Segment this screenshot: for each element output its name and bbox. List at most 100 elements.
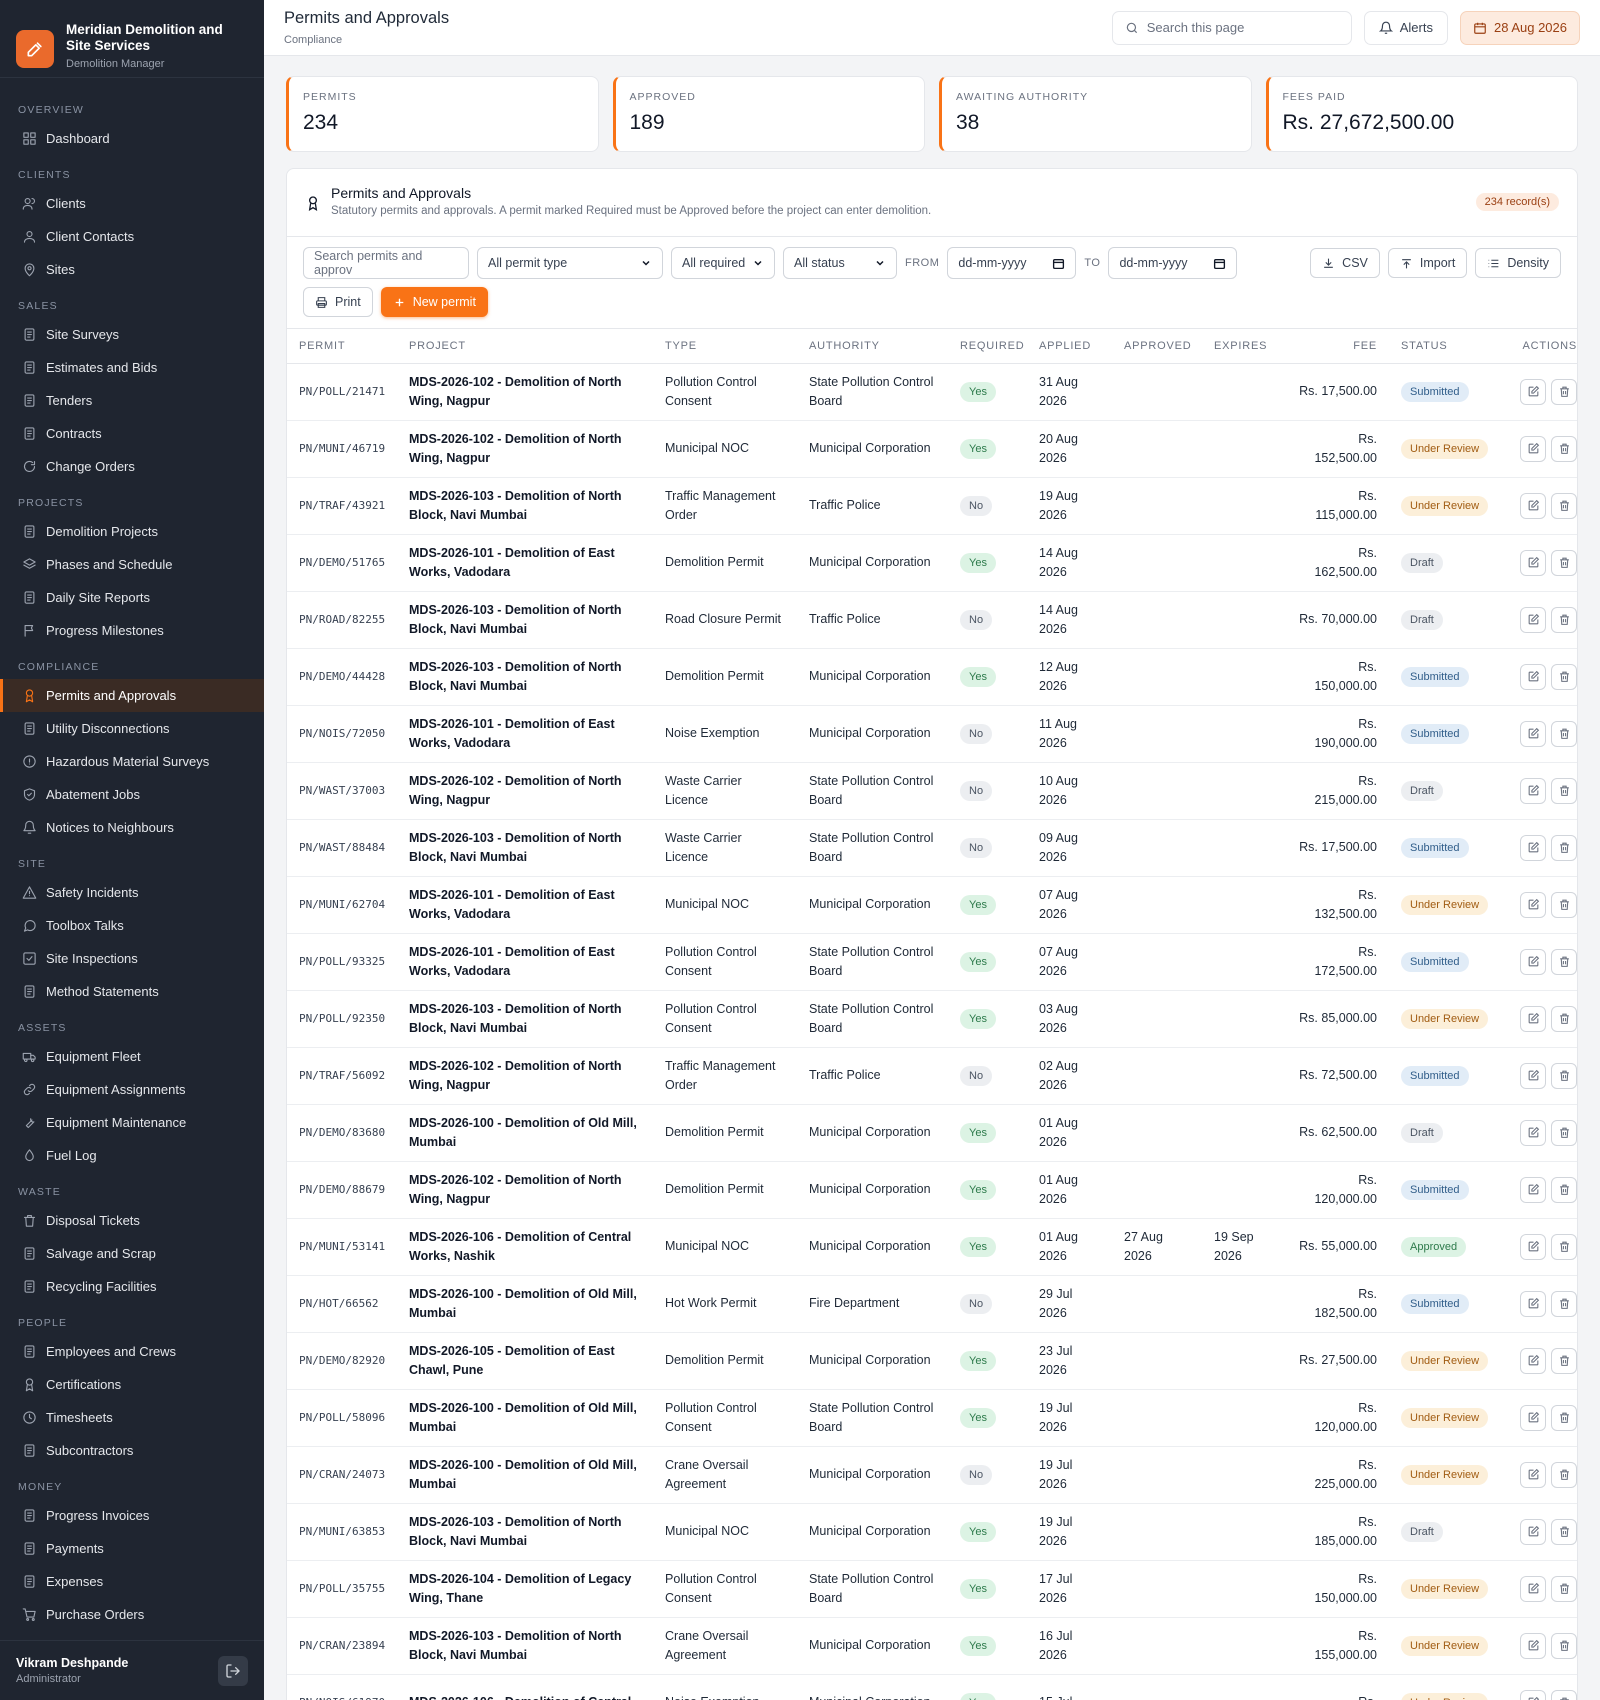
table-row[interactable]: PN/POLL/35755 MDS-2026-104 - Demolition o… xyxy=(287,1560,1577,1618)
sidebar-item-equipment-assignments[interactable]: Equipment Assignments xyxy=(0,1073,264,1106)
table-row[interactable]: PN/MUNI/46719 MDS-2026-102 - Demolition o… xyxy=(287,420,1577,478)
column-header[interactable]: Permit xyxy=(287,329,397,364)
sidebar-item-equipment-maintenance[interactable]: Equipment Maintenance xyxy=(0,1106,264,1139)
table-row[interactable]: PN/NOIS/61970MDS-2026-106 - Demolition o… xyxy=(287,1674,1577,1700)
table-row[interactable]: PN/POLL/93325 MDS-2026-101 - Demolition o… xyxy=(287,933,1577,991)
delete-button[interactable] xyxy=(1551,1404,1577,1431)
edit-button[interactable] xyxy=(1520,834,1546,861)
edit-button[interactable] xyxy=(1520,948,1546,975)
sidebar-item-subcontractors[interactable]: Subcontractors xyxy=(0,1434,264,1467)
sidebar-item-change-orders[interactable]: Change Orders xyxy=(0,450,264,483)
delete-button[interactable] xyxy=(1551,1233,1577,1260)
from-date-input[interactable]: dd-mm-yyyy xyxy=(947,247,1077,279)
edit-button[interactable] xyxy=(1520,1005,1546,1032)
sidebar-item-daily-site-reports[interactable]: Daily Site Reports xyxy=(0,581,264,614)
column-header[interactable]: Project xyxy=(397,329,653,364)
edit-button[interactable] xyxy=(1520,663,1546,690)
sidebar-item-timesheets[interactable]: Timesheets xyxy=(0,1401,264,1434)
sidebar-item-expenses[interactable]: Expenses xyxy=(0,1565,264,1598)
edit-button[interactable] xyxy=(1520,492,1546,519)
sidebar-item-phases-and-schedule[interactable]: Phases and Schedule xyxy=(0,548,264,581)
table-row[interactable]: PN/POLL/21471 MDS-2026-102 - Demolition o… xyxy=(287,363,1577,421)
edit-button[interactable] xyxy=(1520,1233,1546,1260)
edit-button[interactable] xyxy=(1520,1689,1546,1700)
table-row[interactable]: PN/TRAF/43921 MDS-2026-103 - Demolition o… xyxy=(287,477,1577,535)
delete-button[interactable] xyxy=(1551,720,1577,747)
table-row[interactable]: PN/CRAN/23894 MDS-2026-103 - Demolition o… xyxy=(287,1617,1577,1675)
edit-button[interactable] xyxy=(1520,720,1546,747)
sidebar-item-sites[interactable]: Sites xyxy=(0,253,264,286)
sidebar-item-payments[interactable]: Payments xyxy=(0,1532,264,1565)
sidebar-item-recycling-facilities[interactable]: Recycling Facilities xyxy=(0,1270,264,1303)
delete-button[interactable] xyxy=(1551,1347,1577,1374)
delete-button[interactable] xyxy=(1551,1176,1577,1203)
delete-button[interactable] xyxy=(1551,1518,1577,1545)
sidebar-item-tenders[interactable]: Tenders xyxy=(0,384,264,417)
sidebar-item-demolition-projects[interactable]: Demolition Projects xyxy=(0,515,264,548)
sidebar-item-purchase-orders[interactable]: Purchase Orders xyxy=(0,1598,264,1631)
sidebar-item-clients[interactable]: Clients xyxy=(0,187,264,220)
edit-button[interactable] xyxy=(1520,1461,1546,1488)
delete-button[interactable] xyxy=(1551,492,1577,519)
edit-button[interactable] xyxy=(1520,1119,1546,1146)
delete-button[interactable] xyxy=(1551,948,1577,975)
sidebar-item-utility-disconnections[interactable]: Utility Disconnections xyxy=(0,712,264,745)
sidebar-item-safety-incidents[interactable]: Safety Incidents xyxy=(0,876,264,909)
table-row[interactable]: PN/MUNI/53141 MDS-2026-106 - Demolition o… xyxy=(287,1218,1577,1276)
alerts-button[interactable]: Alerts xyxy=(1363,10,1448,45)
column-header[interactable]: Actions xyxy=(1506,329,1577,364)
edit-button[interactable] xyxy=(1520,1176,1546,1203)
edit-button[interactable] xyxy=(1520,549,1546,576)
column-header[interactable]: Approved xyxy=(1112,329,1202,364)
table-row[interactable]: PN/DEMO/82920 MDS-2026-105 - Demolition o… xyxy=(287,1332,1577,1390)
sidebar-item-permits-and-approvals[interactable]: Permits and Approvals xyxy=(0,679,264,712)
table-row[interactable]: PN/CRAN/24073 MDS-2026-100 - Demolition o… xyxy=(287,1446,1577,1504)
table-row[interactable]: PN/DEMO/83680 MDS-2026-100 - Demolition o… xyxy=(287,1104,1577,1162)
delete-button[interactable] xyxy=(1551,1005,1577,1032)
date-button[interactable]: 28 Aug 2026 xyxy=(1459,10,1580,45)
table-row[interactable]: PN/WAST/88484 MDS-2026-103 - Demolition o… xyxy=(287,819,1577,877)
sidebar-item-abatement-jobs[interactable]: Abatement Jobs xyxy=(0,778,264,811)
column-header[interactable]: Applied xyxy=(1027,329,1112,364)
edit-button[interactable] xyxy=(1520,1632,1546,1659)
delete-button[interactable] xyxy=(1551,663,1577,690)
edit-button[interactable] xyxy=(1520,378,1546,405)
edit-button[interactable] xyxy=(1520,1290,1546,1317)
column-header[interactable]: Expires xyxy=(1202,329,1282,364)
delete-button[interactable] xyxy=(1551,1119,1577,1146)
delete-button[interactable] xyxy=(1551,606,1577,633)
sidebar-item-estimates-and-bids[interactable]: Estimates and Bids xyxy=(0,351,264,384)
sidebar-item-progress-invoices[interactable]: Progress Invoices xyxy=(0,1499,264,1532)
required-select[interactable]: All required xyxy=(671,247,775,279)
delete-button[interactable] xyxy=(1551,549,1577,576)
table-row[interactable]: PN/ROAD/82255 MDS-2026-103 - Demolition o… xyxy=(287,591,1577,649)
sidebar-item-equipment-fleet[interactable]: Equipment Fleet xyxy=(0,1040,264,1073)
sidebar-item-toolbox-talks[interactable]: Toolbox Talks xyxy=(0,909,264,942)
import-button[interactable]: Import xyxy=(1387,248,1468,278)
sidebar-item-notices-to-neighbours[interactable]: Notices to Neighbours xyxy=(0,811,264,844)
to-date-input[interactable]: dd-mm-yyyy xyxy=(1108,247,1238,279)
column-header[interactable]: Status xyxy=(1389,329,1506,364)
delete-button[interactable] xyxy=(1551,1062,1577,1089)
sidebar-item-site-surveys[interactable]: Site Surveys xyxy=(0,318,264,351)
print-button[interactable]: Print xyxy=(303,287,373,317)
table-row[interactable]: PN/DEMO/44428 MDS-2026-103 - Demolition o… xyxy=(287,648,1577,706)
sidebar-item-disposal-tickets[interactable]: Disposal Tickets xyxy=(0,1204,264,1237)
table-row[interactable]: PN/WAST/37003 MDS-2026-102 - Demolition o… xyxy=(287,762,1577,820)
edit-button[interactable] xyxy=(1520,606,1546,633)
column-header[interactable]: Type xyxy=(653,329,797,364)
edit-button[interactable] xyxy=(1520,1575,1546,1602)
edit-button[interactable] xyxy=(1520,777,1546,804)
page-search-input[interactable]: Search this page xyxy=(1111,10,1352,45)
sidebar-item-client-contacts[interactable]: Client Contacts xyxy=(0,220,264,253)
logout-button[interactable] xyxy=(218,1655,248,1686)
table-row[interactable]: PN/MUNI/63853 MDS-2026-103 - Demolition o… xyxy=(287,1503,1577,1561)
sidebar-item-employees-and-crews[interactable]: Employees and Crews xyxy=(0,1335,264,1368)
delete-button[interactable] xyxy=(1551,891,1577,918)
sidebar-item-certifications[interactable]: Certifications xyxy=(0,1368,264,1401)
delete-button[interactable] xyxy=(1551,1689,1577,1700)
sidebar-item-contracts[interactable]: Contracts xyxy=(0,417,264,450)
density-button[interactable]: Density xyxy=(1475,248,1561,278)
delete-button[interactable] xyxy=(1551,1632,1577,1659)
sidebar-item-hazardous-material-surveys[interactable]: Hazardous Material Surveys xyxy=(0,745,264,778)
